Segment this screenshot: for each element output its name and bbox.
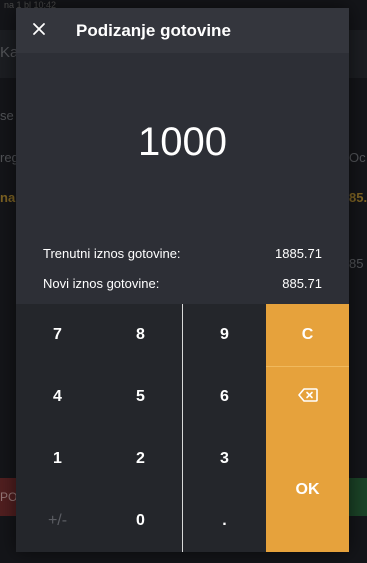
key-2[interactable]: 2 — [99, 428, 182, 490]
key-5[interactable]: 5 — [99, 366, 182, 428]
new-cash-label: Novi iznos gotovine: — [43, 275, 160, 291]
key-6[interactable]: 6 — [183, 366, 266, 428]
backspace-icon — [297, 387, 318, 407]
current-cash-value: 1885.71 — [275, 245, 322, 261]
numeric-keypad: 7 8 9 C 4 5 6 1 2 3 +/- 0 . OK — [16, 304, 349, 552]
new-cash-value: 885.71 — [282, 275, 322, 291]
decimal-key[interactable]: . — [183, 490, 266, 552]
current-cash-row: Trenutni iznos gotovine: 1885.71 — [43, 243, 322, 263]
dialog-title: Podizanje gotovine — [76, 21, 231, 40]
amount-display: 1000 — [138, 120, 227, 164]
current-cash-label: Trenutni iznos gotovine: — [43, 245, 181, 261]
key-0[interactable]: 0 — [99, 490, 182, 552]
new-cash-row: Novi iznos gotovine: 885.71 — [43, 273, 322, 293]
backspace-key[interactable] — [266, 366, 349, 428]
clear-key[interactable]: C — [266, 304, 349, 366]
key-8[interactable]: 8 — [99, 304, 182, 366]
ok-button[interactable]: OK — [266, 428, 349, 552]
sign-toggle-key[interactable]: +/- — [16, 490, 99, 552]
dialog-header: Podizanje gotovine — [16, 8, 349, 53]
key-7[interactable]: 7 — [16, 304, 99, 366]
key-1[interactable]: 1 — [16, 428, 99, 490]
key-3[interactable]: 3 — [183, 428, 266, 490]
key-4[interactable]: 4 — [16, 366, 99, 428]
key-9[interactable]: 9 — [183, 304, 266, 366]
close-button[interactable] — [28, 20, 50, 42]
cash-withdrawal-dialog: Podizanje gotovine 1000 Trenutni iznos g… — [16, 8, 349, 552]
close-icon — [32, 22, 46, 41]
